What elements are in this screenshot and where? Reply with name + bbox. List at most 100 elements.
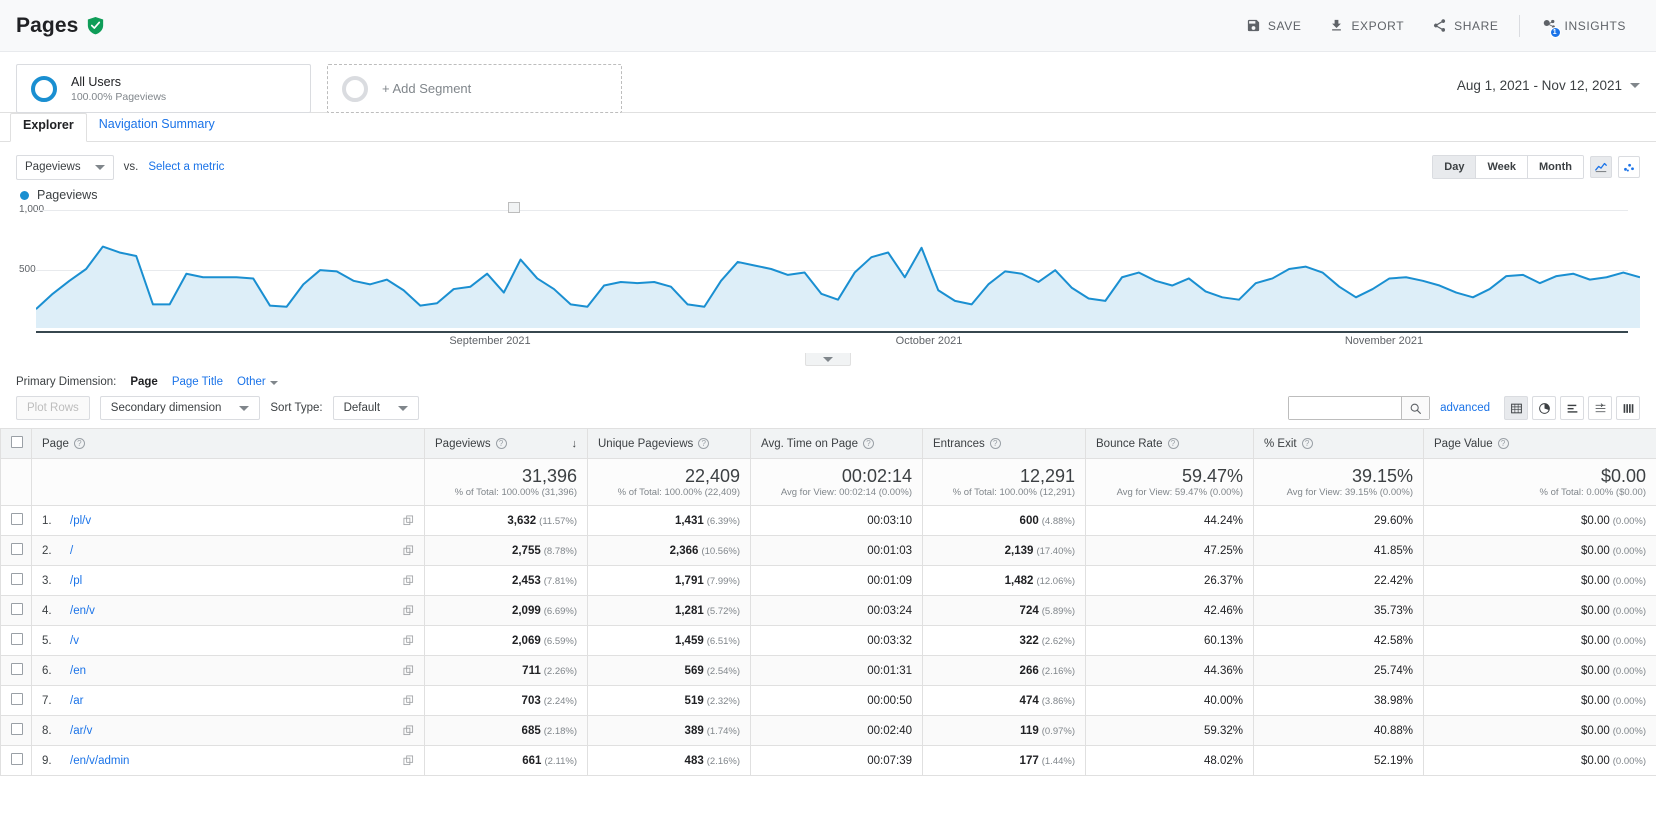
column-header-entrances[interactable]: Entrances? bbox=[922, 428, 1086, 459]
summary-unique-pageviews-cell: 22,409 % of Total: 100.00% (22,409) bbox=[587, 458, 751, 506]
open-in-new-icon[interactable] bbox=[403, 665, 414, 676]
row-page-value-pct: (0.00%) bbox=[1612, 515, 1646, 527]
page-link[interactable]: /pl bbox=[70, 575, 82, 587]
select-all-checkbox[interactable] bbox=[11, 436, 23, 448]
column-header-avg-time[interactable]: Avg. Time on Page? bbox=[750, 428, 923, 459]
row-pageviews-pct: (2.24%) bbox=[543, 695, 577, 707]
add-segment-button[interactable]: + Add Segment bbox=[327, 64, 622, 113]
table-header-row: Page? Pageviews? ↓ Unique Pageviews? Avg.… bbox=[0, 428, 1656, 459]
table-row[interactable]: 3./pl 2,453 (7.81%) 1,791 (7.99%) 00:01:09 1,4… bbox=[0, 565, 1656, 596]
granularity-month[interactable]: Month bbox=[1528, 156, 1583, 178]
column-header-unique-pageviews[interactable]: Unique Pageviews? bbox=[587, 428, 751, 459]
primary-dimension-page-title[interactable]: Page Title bbox=[172, 376, 223, 388]
open-in-new-icon[interactable] bbox=[403, 695, 414, 706]
page-link[interactable]: /en/v bbox=[70, 605, 95, 617]
column-header-page[interactable]: Page? bbox=[31, 428, 425, 459]
table-row[interactable]: 9./en/v/admin 661 (2.11%) 483 (2.16%) 00:07:3… bbox=[0, 745, 1656, 776]
row-checkbox[interactable] bbox=[11, 513, 23, 525]
row-checkbox[interactable] bbox=[11, 753, 23, 765]
granularity-day[interactable]: Day bbox=[1433, 156, 1477, 178]
help-icon[interactable]: ? bbox=[1167, 438, 1179, 449]
page-link[interactable]: /pl/v bbox=[70, 515, 91, 527]
row-avg-time-cell: 00:00:50 bbox=[750, 685, 923, 716]
chart-type-scatter-button[interactable] bbox=[1618, 156, 1640, 178]
help-icon[interactable]: ? bbox=[862, 438, 874, 449]
page-link[interactable]: /en bbox=[70, 665, 86, 677]
granularity-week[interactable]: Week bbox=[1476, 156, 1529, 178]
comparison-view-button[interactable] bbox=[1588, 396, 1612, 420]
page-link[interactable]: /v bbox=[70, 635, 79, 647]
save-button[interactable]: SAVE bbox=[1232, 8, 1316, 44]
advanced-link[interactable]: advanced bbox=[1440, 402, 1490, 414]
table-row[interactable]: 7./ar 703 (2.24%) 519 (2.32%) 00:00:50 474 (3.8… bbox=[0, 685, 1656, 716]
sort-type-select[interactable]: Default bbox=[332, 396, 420, 420]
row-checkbox[interactable] bbox=[11, 543, 23, 555]
legend-label: Pageviews bbox=[37, 188, 98, 202]
search-button[interactable] bbox=[1401, 397, 1430, 419]
row-checkbox[interactable] bbox=[11, 633, 23, 645]
table-row[interactable]: 8./ar/v 685 (2.18%) 389 (1.74%) 00:02:40 119 (0… bbox=[0, 715, 1656, 746]
search-input[interactable] bbox=[1289, 397, 1402, 419]
chevron-down-icon bbox=[269, 381, 278, 385]
help-icon[interactable]: ? bbox=[989, 438, 1001, 449]
open-in-new-icon[interactable] bbox=[403, 605, 414, 616]
page-link[interactable]: /ar bbox=[70, 695, 83, 707]
column-header-bounce-rate[interactable]: Bounce Rate? bbox=[1085, 428, 1254, 459]
column-header-pageviews[interactable]: Pageviews? ↓ bbox=[424, 428, 588, 459]
sort-desc-icon: ↓ bbox=[571, 437, 578, 450]
date-range-picker[interactable]: Aug 1, 2021 - Nov 12, 2021 bbox=[1457, 64, 1640, 93]
column-header-exit-pct[interactable]: % Exit? bbox=[1253, 428, 1424, 459]
chart-type-line-button[interactable] bbox=[1590, 156, 1612, 178]
open-in-new-icon[interactable] bbox=[403, 755, 414, 766]
table-row[interactable]: 1./pl/v 3,632 (11.57%) 1,431 (6.39%) 00:03:10… bbox=[0, 505, 1656, 536]
metric-select[interactable]: Pageviews bbox=[16, 154, 114, 180]
chevron-down-icon bbox=[1630, 83, 1640, 88]
page-link[interactable]: / bbox=[70, 545, 73, 557]
segment-all-users[interactable]: All Users 100.00% Pageviews bbox=[16, 64, 311, 113]
row-entrances-pct: (1.44%) bbox=[1041, 755, 1075, 767]
pivot-view-button[interactable] bbox=[1616, 396, 1640, 420]
open-in-new-icon[interactable] bbox=[403, 725, 414, 736]
open-in-new-icon[interactable] bbox=[403, 515, 414, 526]
row-select-cell bbox=[0, 715, 32, 746]
row-checkbox[interactable] bbox=[11, 723, 23, 735]
open-in-new-icon[interactable] bbox=[403, 635, 414, 646]
row-checkbox[interactable] bbox=[11, 663, 23, 675]
table-row[interactable]: 6./en 711 (2.26%) 569 (2.54%) 00:01:31 266 (2.1… bbox=[0, 655, 1656, 686]
export-button[interactable]: EXPORT bbox=[1315, 8, 1418, 44]
secondary-dimension-button[interactable]: Secondary dimension bbox=[99, 396, 261, 420]
table-view-button[interactable] bbox=[1504, 396, 1528, 420]
help-icon[interactable]: ? bbox=[495, 438, 507, 449]
plot-rows-button[interactable]: Plot Rows bbox=[16, 396, 90, 420]
row-checkbox[interactable] bbox=[11, 603, 23, 615]
tab-explorer[interactable]: Explorer bbox=[10, 113, 87, 142]
primary-dimension-other[interactable]: Other bbox=[237, 376, 278, 388]
help-icon[interactable]: ? bbox=[1301, 438, 1313, 449]
chart-collapse-toggle[interactable] bbox=[805, 353, 851, 366]
table-row[interactable]: 5./v 2,069 (6.59%) 1,459 (6.51%) 00:03:32 322(… bbox=[0, 625, 1656, 656]
help-icon[interactable]: ? bbox=[1497, 438, 1509, 449]
share-button[interactable]: SHARE bbox=[1418, 8, 1512, 44]
row-avg-time-value: 00:01:31 bbox=[867, 664, 912, 677]
page-link[interactable]: /ar/v bbox=[70, 725, 92, 737]
primary-dimension-page[interactable]: Page bbox=[130, 376, 158, 388]
tab-navigation-summary[interactable]: Navigation Summary bbox=[87, 113, 227, 141]
help-icon[interactable]: ? bbox=[73, 438, 85, 449]
help-icon[interactable]: ? bbox=[698, 438, 710, 449]
open-in-new-icon[interactable] bbox=[403, 575, 414, 586]
insights-button[interactable]: 1 INSIGHTS bbox=[1526, 8, 1640, 44]
pie-view-button[interactable] bbox=[1532, 396, 1556, 420]
chart-range-handle[interactable] bbox=[508, 202, 520, 213]
select-metric-link[interactable]: Select a metric bbox=[148, 161, 224, 173]
table-row[interactable]: 2./2,755 (8.78%) 2,366 (10.56%) 00:01:03 2,13… bbox=[0, 535, 1656, 566]
row-checkbox[interactable] bbox=[11, 573, 23, 585]
performance-view-button[interactable] bbox=[1560, 396, 1584, 420]
table-row[interactable]: 4./en/v 2,099 (6.69%) 1,281 (5.72%) 00:03:24 7… bbox=[0, 595, 1656, 626]
chart-view-controls: Day Week Month bbox=[1432, 155, 1640, 179]
page-link[interactable]: /en/v/admin bbox=[70, 755, 129, 767]
row-avg-time-cell: 00:03:32 bbox=[750, 625, 923, 656]
row-checkbox[interactable] bbox=[11, 693, 23, 705]
open-in-new-icon[interactable] bbox=[403, 545, 414, 556]
row-pageviews-value: 2,755 bbox=[511, 544, 541, 557]
column-header-page-value[interactable]: Page Value? bbox=[1423, 428, 1656, 459]
